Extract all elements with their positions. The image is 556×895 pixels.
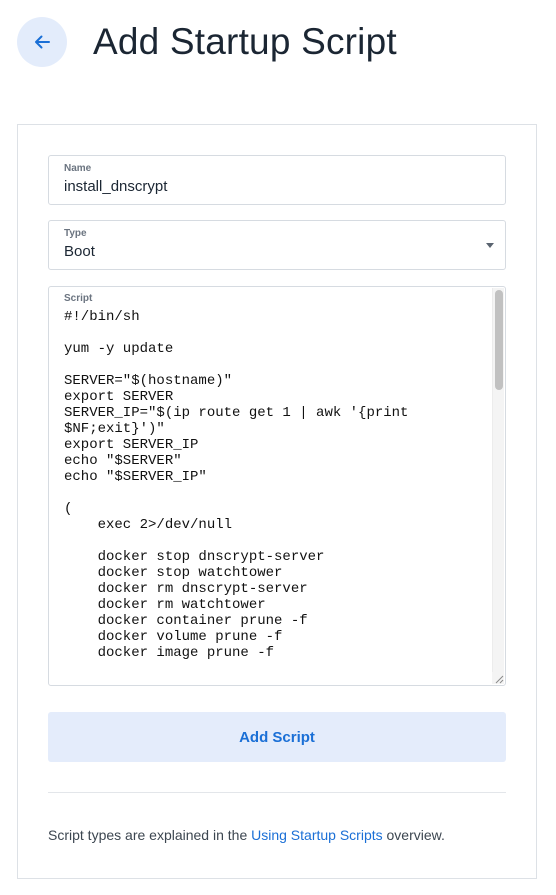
arrow-left-icon	[33, 33, 51, 51]
script-line: docker container prune -f	[64, 613, 308, 629]
resize-handle-icon[interactable]	[492, 672, 504, 684]
script-line	[64, 357, 489, 373]
script-line: SERVER_IP="$(ip route get 1 | awk '{prin…	[64, 405, 409, 421]
script-line: #!/bin/sh	[64, 309, 140, 325]
script-line: yum -y update	[64, 341, 174, 357]
name-field-label: Name	[64, 163, 92, 174]
script-line: echo "$SERVER"	[64, 453, 182, 469]
script-line: docker image prune -f	[64, 645, 275, 661]
type-select-value[interactable]: Boot	[64, 243, 95, 261]
script-line: docker volume prune -f	[64, 629, 283, 645]
script-line: echo "$SERVER_IP"	[64, 469, 207, 485]
footer-text-prefix: Script types are explained in the	[48, 827, 252, 843]
script-line: $NF;exit}')"	[64, 421, 165, 437]
script-field-label: Script	[64, 293, 93, 304]
add-script-button[interactable]: Add Script	[48, 712, 506, 762]
type-select-label: Type	[64, 228, 87, 239]
script-line: docker stop dnscrypt-server	[64, 549, 325, 565]
using-startup-scripts-link[interactable]: Using Startup Scripts	[251, 827, 383, 843]
name-field[interactable]: Name install_dnscrypt	[48, 155, 506, 205]
script-line	[64, 533, 489, 549]
scrollbar-thumb[interactable]	[495, 290, 503, 390]
script-line	[64, 485, 489, 501]
script-line: SERVER="$(hostname)"	[64, 373, 233, 389]
page-header: Add Startup Script	[0, 0, 556, 90]
script-line: docker rm dnscrypt-server	[64, 581, 308, 597]
script-textarea[interactable]: #!/bin/sh yum -y update SERVER="$(hostname…	[64, 309, 489, 681]
script-line: export SERVER_IP	[64, 437, 199, 453]
script-scrollbar[interactable]	[492, 288, 504, 684]
caret-down-icon[interactable]	[486, 243, 494, 248]
divider	[48, 792, 506, 793]
page-title: Add Startup Script	[93, 21, 397, 62]
footer-note: Script types are explained in the Using …	[48, 826, 445, 844]
name-input[interactable]: install_dnscrypt	[64, 178, 167, 196]
script-line: docker rm watchtower	[64, 597, 266, 613]
script-line	[64, 661, 489, 677]
script-line: export SERVER	[64, 389, 174, 405]
script-line: docker stop watchtower	[64, 565, 283, 581]
back-button[interactable]	[17, 17, 67, 67]
script-line: exec 2>/dev/null	[64, 517, 233, 533]
script-line: (	[64, 501, 73, 517]
startup-script-form: Name install_dnscrypt Type Boot Script #…	[17, 124, 537, 879]
type-select[interactable]: Type Boot	[48, 220, 506, 270]
footer-text-suffix: overview.	[382, 827, 445, 843]
script-line	[64, 325, 489, 341]
script-field[interactable]: Script #!/bin/sh yum -y update SERVER="$(h…	[48, 286, 506, 686]
